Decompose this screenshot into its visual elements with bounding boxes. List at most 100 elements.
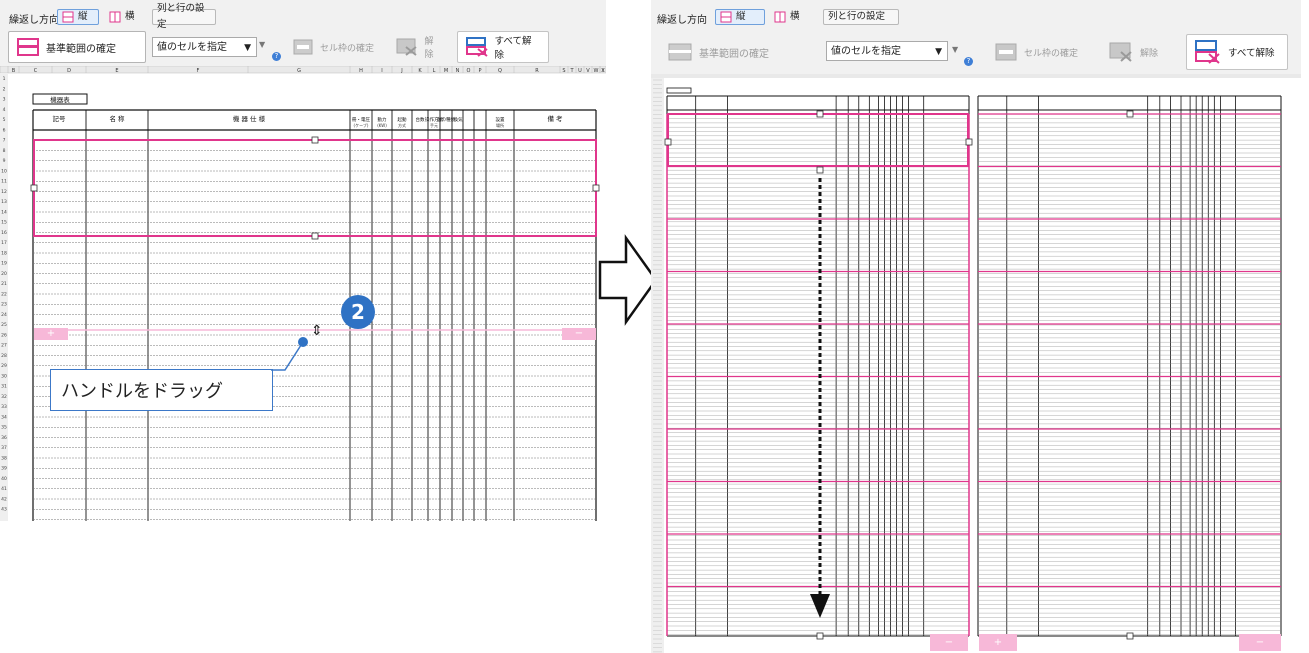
header-subtext: 方式 [398,122,406,128]
column-letter: H [359,68,363,74]
clear-button-right[interactable]: 解除 [1100,36,1172,68]
remove-repeat-tab[interactable]: − [562,328,596,340]
header-cell: 機 器 仕 様 [233,114,266,123]
row-number: 6 [3,127,6,133]
confirm-base-range-label: 基準範囲の確定 [46,43,116,55]
column-letter: D [67,68,71,74]
resize-handle [311,136,319,144]
confirm-base-range-button-right[interactable]: 基準範囲の確定 [659,36,809,68]
row-number: 21 [1,281,7,287]
dropdown-extra-icon-right[interactable]: ▼ [952,45,958,54]
column-letter: R [535,68,539,74]
row-number: 17 [1,240,7,246]
horizontal-button-right[interactable]: 横 [769,9,813,25]
drag-cursor-icon: ⇕ [311,323,323,339]
row-number: 18 [1,250,7,256]
column-letter: O [467,68,471,74]
column-letter: U [578,68,582,74]
col-row-settings-button[interactable]: 列と行の設定 [152,3,216,30]
resize-handle [816,110,824,118]
remove-repeat-tab-right-1[interactable]: − [930,634,968,651]
row-number: 29 [1,363,7,369]
horizontal-repeat-icon [774,11,786,23]
row-number: 10 [1,168,7,174]
column-letter: M [444,68,448,74]
add-repeat-tab[interactable]: + [34,328,68,340]
cell-value-select[interactable]: 値のセルを指定 ▼ [152,37,257,57]
column-header-bar [0,66,606,74]
drag-handle-callout: ハンドルをドラッグ [50,369,273,411]
resize-handle [30,184,38,192]
row-number: 42 [1,496,7,502]
cell-frame-icon [293,39,313,55]
cell-value-select-value-right: 値のセルを指定 [831,46,901,57]
remove-repeat-tab-right-2[interactable]: − [1239,634,1281,651]
row-number: 20 [1,271,7,277]
row-number: 32 [1,394,7,400]
confirm-cell-frame-button[interactable]: セル枠の確定 [284,31,384,63]
column-letter: P [478,68,481,74]
row-number: 36 [1,435,7,441]
horizontal-label: 横 [125,11,135,22]
column-letter: W [594,68,599,74]
column-letter: I [381,68,382,74]
header-cell: 備 考 [547,114,563,123]
row-number: 5 [3,117,6,123]
add-repeat-tab-right[interactable]: + [979,634,1017,651]
row-number: 33 [1,404,7,410]
vertical-label: 縦 [78,11,88,22]
column-letter: E [115,68,118,74]
row-number: 15 [1,220,7,226]
horizontal-label-right: 横 [790,11,800,22]
help-icon-right[interactable]: ? [964,57,973,66]
column-letter: Q [498,68,502,74]
dropdown-extra-icon[interactable]: ▼ [259,40,265,49]
confirm-base-range-button[interactable]: 基準範囲の確定 [8,31,146,63]
confirm-base-range-label-right: 基準範囲の確定 [699,48,769,60]
row-number: 35 [1,425,7,431]
row-number: 14 [1,209,7,215]
row-number: 23 [1,302,7,308]
vertical-button[interactable]: 縦 [57,9,99,25]
row-number: 27 [1,343,7,349]
confirm-cell-frame-label: セル枠の確定 [320,43,375,54]
clear-all-button[interactable]: すべて解除 [457,31,549,63]
row-number: 3 [3,97,6,103]
confirm-cell-frame-button-right[interactable]: セル枠の確定 [986,36,1091,68]
clear-button[interactable]: 解除 [387,31,451,63]
row-number: 31 [1,384,7,390]
horizontal-button[interactable]: 横 [104,9,144,25]
callout-text: ハンドルをドラッグ [61,381,223,402]
base-range-icon [668,43,692,61]
row-number: 4 [3,107,6,113]
row-number: 30 [1,373,7,379]
help-icon[interactable]: ? [272,52,281,61]
repeat-direction-label: 繰返し方向 [9,15,59,26]
column-letter: L [433,68,436,74]
base-range-frame [33,139,597,237]
clear-icon [396,38,417,56]
resize-handle [1126,110,1134,118]
drag-arrowhead-icon [810,594,830,618]
col-row-settings-label-right: 列と行の設定 [828,11,886,22]
cell-frame-icon [995,43,1017,61]
col-row-settings-button-right[interactable]: 列と行の設定 [823,9,899,25]
header-cell: 動力 [378,116,387,123]
header-cell: 換気 [454,116,463,123]
chevron-down-icon: ▼ [244,43,251,53]
row-number: 11 [1,179,7,185]
column-letter: F [197,68,200,74]
horizontal-repeat-icon [109,11,121,23]
resize-handle [664,138,672,146]
row-number: 41 [1,486,7,492]
cell-value-select-right[interactable]: 値のセルを指定 ▼ [826,41,948,61]
vertical-button-right[interactable]: 縦 [715,9,765,25]
row-number: 22 [1,291,7,297]
column-letter: V [586,68,590,74]
header-subtext: (KW) [377,123,387,128]
clear-all-icon [1195,40,1220,64]
header-cell: 起動 [398,116,407,123]
col-row-settings-label: 列と行の設定 [157,3,205,30]
clear-all-button-right[interactable]: すべて解除 [1186,34,1288,70]
header-cell: 名 称 [109,114,125,123]
